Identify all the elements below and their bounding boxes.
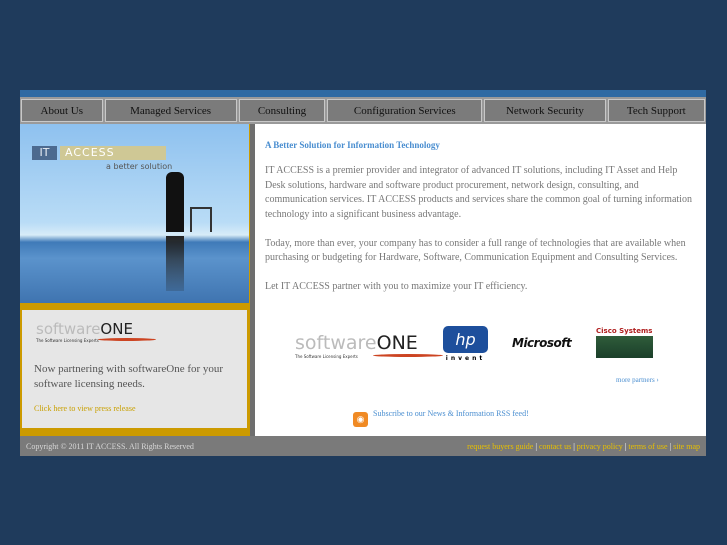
footer-links: request buyers guide | contact us | privacy … [467,441,700,451]
footer-link-contact[interactable]: contact us [539,442,571,451]
rss-subscribe-link[interactable]: Subscribe to our News & Information RSS … [373,409,529,418]
footer-link-terms[interactable]: terms of use [628,442,667,451]
microsoft-logo[interactable]: Microsoft [512,336,572,350]
logo-access: ACCESS [60,146,166,160]
footer-link-site-map[interactable]: site map [673,442,700,451]
man-figure [166,172,184,232]
nav-about-us[interactable]: About Us [21,99,103,122]
page-frame: About Us Managed Services Consulting Con… [20,90,706,456]
promo-panel: softwareONE The Software Licensing Expert… [22,310,247,428]
press-release-link[interactable]: Click here to view press release [34,404,136,413]
nav-consulting[interactable]: Consulting [238,99,326,122]
hp-invent-text: invent [445,355,486,362]
nav-network-security[interactable]: Network Security [484,99,606,122]
logo-it: IT [32,146,57,160]
tagline: a better solution [106,162,173,171]
main-content: A Better Solution for Information Techno… [255,124,706,436]
partner-logos: softwareONE The Software Licensing Expert… [293,322,673,362]
main-nav: About Us Managed Services Consulting Con… [20,97,706,124]
man-reflection [166,236,184,291]
main-heading: A Better Solution for Information Techno… [265,140,440,150]
rss-icon[interactable]: ◉ [353,412,368,427]
hp-logo[interactable]: hp [443,326,488,353]
softwareone-partner-logo[interactable]: softwareONE The Software Licensing Expert… [295,332,443,359]
footer-link-buyers-guide[interactable]: request buyers guide [467,442,533,451]
chair [190,207,212,232]
top-bar [20,90,706,97]
nav-configuration-services[interactable]: Configuration Services [327,99,483,122]
softwareone-logo: softwareONE The Software Licensing Expert… [36,320,156,343]
promo-text: Now partnering with softwareOne for your… [34,363,224,390]
today-paragraph: Today, more than ever, your company has … [265,237,686,264]
footer-link-privacy[interactable]: privacy policy [577,442,623,451]
hero-image: IT ACCESS a better solution [20,124,249,303]
intro-paragraph: IT ACCESS is a premier provider and inte… [265,165,692,220]
footer: Copyright © 2011 IT ACCESS. All Rights R… [20,436,706,456]
nav-managed-services[interactable]: Managed Services [104,99,237,122]
cisco-logo[interactable]: Cisco Systems [596,327,652,335]
more-partners-link[interactable]: more partners › [616,376,659,384]
copyright: Copyright © 2011 IT ACCESS. All Rights R… [26,441,194,451]
nav-tech-support[interactable]: Tech Support [607,99,705,122]
cisco-bridge-icon [596,336,653,358]
left-column: IT ACCESS a better solution softwareONE T… [20,124,250,436]
partner-paragraph: Let IT ACCESS partner with you to maximi… [265,281,528,292]
